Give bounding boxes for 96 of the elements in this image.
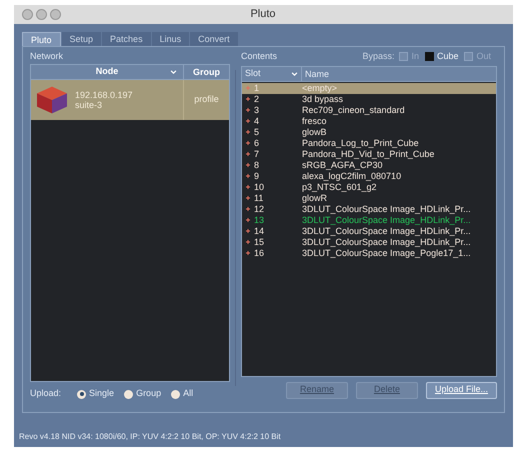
status-text: Revo v4.18 NID v34: 1080i/60, IP: YUV 4:2:2 10 Bit, OP: YUV 4:2:2 10 Bit (19, 432, 281, 441)
tab[interactable]: Pluto (22, 32, 61, 46)
expand-icon[interactable] (246, 174, 250, 178)
slot-name: Rec709_cineon_standard (302, 104, 405, 116)
slot-name: 3d bypass (302, 94, 344, 104)
slot-row[interactable]: 2 3d bypass (242, 94, 496, 104)
slot-name: Pandora_Log_to_Print_Cube (302, 138, 419, 148)
expand-icon[interactable] (246, 152, 250, 156)
expand-icon[interactable] (246, 119, 250, 123)
checkbox[interactable] (464, 52, 474, 61)
node-name: suite-3 (75, 100, 104, 110)
expand-icon[interactable] (246, 163, 250, 167)
tab[interactable]: Patches (102, 32, 151, 46)
expand-icon[interactable] (246, 196, 250, 200)
slot-name: 3DLUT_ColourSpace Image_HDLink_Pr... (302, 236, 471, 248)
slot-row[interactable]: 8 sRGB_AGFA_CP30 (242, 160, 496, 170)
slot-name: 3DLUT_ColourSpace Image_HDLink_Pr... (302, 204, 471, 214)
radio-label[interactable]: All (183, 387, 194, 401)
slot-row[interactable]: 7 Pandora_HD_Vid_to_Print_Cube (242, 148, 496, 160)
slot-row[interactable]: 11 glowR (242, 192, 496, 204)
slot-number: 2 (254, 94, 260, 104)
slot-number: 13 (254, 214, 266, 226)
slot-row[interactable]: 4 fresco (242, 116, 496, 126)
caret-icon[interactable] (170, 70, 177, 74)
slot-name: 3DLUT_ColourSpace Image_HDLink_Pr... (302, 226, 471, 236)
radio-label[interactable]: Single (89, 387, 114, 401)
slot-number: 12 (254, 204, 266, 214)
slot-name: glowB (302, 126, 327, 138)
expand-icon[interactable] (246, 97, 250, 101)
group-cell-text: profile (193, 92, 220, 106)
section-label: Contents (241, 50, 278, 63)
checkbox[interactable] (399, 52, 408, 61)
slot-number: 10 (254, 182, 266, 192)
radio-label[interactable]: Group (136, 387, 162, 401)
slot-row[interactable]: 6 Pandora_Log_to_Print_Cube (242, 138, 496, 148)
column-header[interactable]: Slot (245, 66, 261, 80)
slot-number: 5 (254, 126, 260, 138)
slot-number: 15 (254, 236, 266, 248)
expand-icon[interactable] (246, 251, 250, 255)
column-header[interactable]: Name (302, 66, 330, 80)
expand-icon[interactable] (246, 218, 250, 222)
slot-row[interactable]: 12 3DLUT_ColourSpace Image_HDLink_Pr... (242, 204, 496, 214)
expand-icon[interactable] (246, 141, 250, 145)
tab[interactable]: Convert (190, 32, 238, 46)
section-label: Network (30, 50, 64, 62)
slot-row[interactable]: 15 3DLUT_ColourSpace Image_HDLink_Pr... (242, 236, 496, 248)
slot-row[interactable]: 13 3DLUT_ColourSpace Image_HDLink_Pr... (242, 214, 496, 226)
node-address: 192.168.0.197 (75, 90, 133, 100)
checkbox-label[interactable]: Cube (436, 50, 458, 64)
slot-number: 3 (254, 104, 260, 116)
slot-number: 6 (254, 138, 260, 148)
slot-number: 9 (254, 170, 260, 182)
cube-icon (35, 84, 69, 114)
slot-row[interactable]: 14 3DLUT_ColourSpace Image_HDLink_Pr... (242, 226, 496, 236)
slot-number: 11 (254, 192, 264, 204)
slot-row[interactable]: 16 3DLUT_ColourSpace Image_Pogle17_1... (242, 248, 496, 258)
expand-icon[interactable] (246, 108, 250, 112)
slot-name: sRGB_AGFA_CP30 (302, 160, 383, 170)
bypass-label: Bypass: (362, 50, 394, 63)
slot-name: fresco (302, 116, 327, 126)
column-header[interactable]: Group (184, 64, 229, 78)
slot-row[interactable]: 5 glowB (242, 126, 496, 138)
expand-icon[interactable] (246, 207, 250, 211)
checkbox[interactable] (424, 52, 434, 61)
slot-number: 14 (254, 226, 266, 236)
slot-number: 4 (254, 116, 260, 126)
caret-icon[interactable] (291, 72, 298, 76)
slot-number: 1 (254, 82, 260, 94)
slot-name: Pandora_HD_Vid_to_Print_Cube (302, 148, 434, 160)
slot-name: glowR (302, 192, 328, 204)
slot-number: 8 (254, 160, 260, 170)
slot-name: 3DLUT_ColourSpace Image_Pogle17_1... (302, 248, 471, 258)
slot-row[interactable]: 3 Rec709_cineon_standard (242, 104, 496, 116)
tab[interactable]: Setup (62, 32, 102, 46)
node-row[interactable]: 192.168.0.197 suite-3 profile (31, 80, 229, 120)
slot-name: 3DLUT_ColourSpace Image_HDLink_Pr... (302, 214, 471, 226)
tab[interactable]: Linus (152, 32, 190, 46)
slot-number: 16 (254, 248, 266, 258)
slot-row[interactable]: 1 <empty> (242, 82, 496, 94)
slot-row[interactable]: 9 alexa_logC2film_080710 (242, 170, 496, 182)
slot-name: p3_NTSC_601_g2 (302, 182, 377, 192)
window-title: Pluto (250, 7, 276, 22)
expand-icon[interactable] (246, 229, 250, 233)
slot-number: 7 (254, 148, 260, 160)
slot-name: alexa_logC2film_080710 (302, 170, 402, 182)
expand-icon[interactable] (246, 185, 250, 189)
upload-label: Upload: (30, 387, 62, 400)
column-header[interactable]: Node (96, 64, 118, 78)
expand-icon[interactable] (246, 240, 250, 244)
radio-button[interactable] (171, 390, 180, 398)
slot-name: <empty> (302, 82, 338, 94)
radio-button[interactable] (77, 390, 86, 398)
radio-button[interactable] (124, 390, 134, 398)
slot-row[interactable]: 10 p3_NTSC_601_g2 (242, 182, 496, 192)
button[interactable]: Upload File... (426, 382, 497, 398)
expand-icon[interactable] (246, 130, 250, 134)
